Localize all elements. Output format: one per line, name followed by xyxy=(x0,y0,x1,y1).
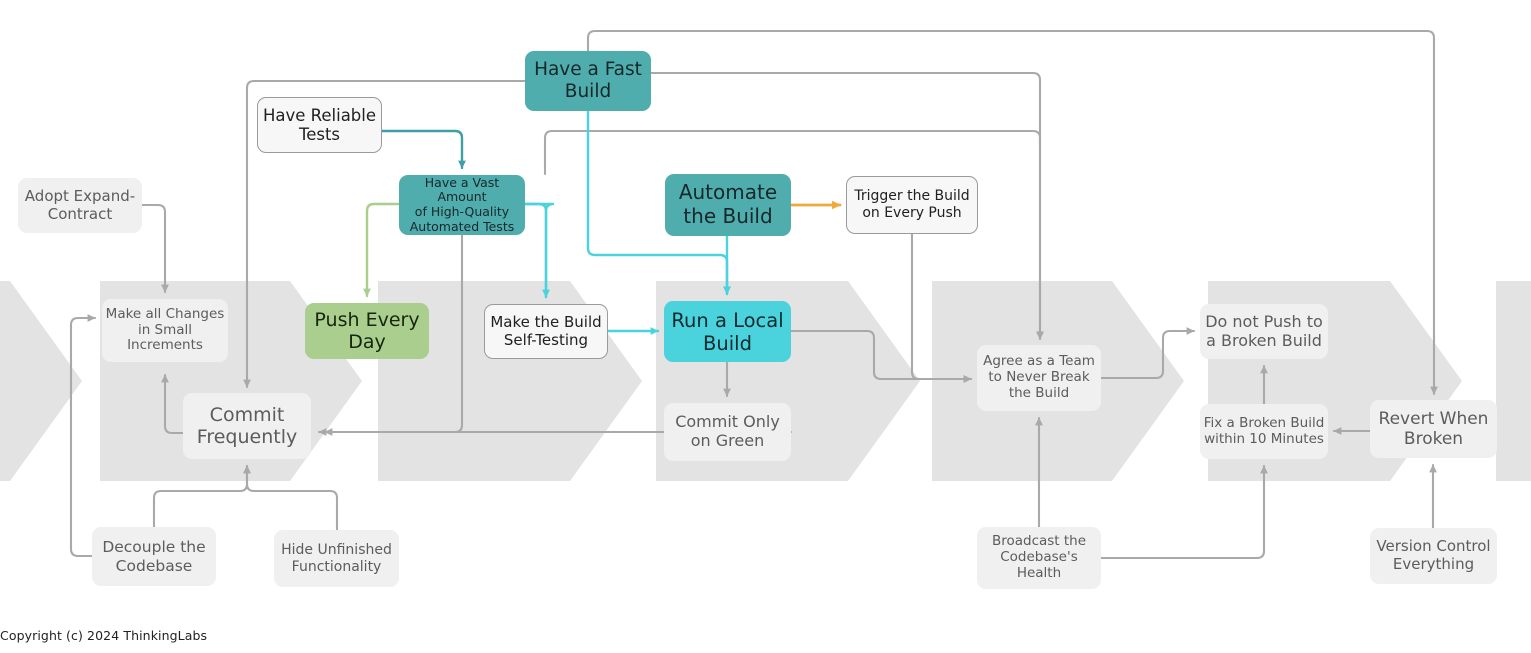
node-label: Adopt Expand- Contract xyxy=(24,186,136,223)
edge-have-reliable-tests-to-vast-tests xyxy=(380,129,466,170)
edge-adopt-to-make-all-changes xyxy=(140,203,169,294)
node-make-the-build-self-testing[interactable]: Make the Build Self-Testing xyxy=(484,304,608,359)
node-label: Have a Fast Build xyxy=(534,59,642,102)
node-label: Trigger the Build on Every Push xyxy=(854,188,970,221)
diagram-canvas: Adopt Expand- Contract Make all Changes i… xyxy=(0,0,1531,653)
node-revert-when-broken[interactable]: Revert When Broken xyxy=(1370,400,1497,458)
copyright-notice: Copyright (c) 2024 ThinkingLabs xyxy=(0,628,208,643)
node-label: Fix a Broken Build within 10 Minutes xyxy=(1203,414,1325,447)
node-label: Revert When Broken xyxy=(1378,408,1489,449)
node-agree-as-a-team-to-never-break-the-build[interactable]: Agree as a Team to Never Break the Build xyxy=(977,345,1101,411)
node-commit-frequently[interactable]: Commit Frequently xyxy=(183,393,311,459)
node-label: Commit Only on Green xyxy=(675,412,780,450)
band-revert-when-broken xyxy=(1496,281,1531,481)
node-version-control-everything[interactable]: Version Control Everything xyxy=(1370,528,1497,584)
node-make-all-changes-in-small-increments[interactable]: Make all Changes in Small Increments xyxy=(102,299,228,362)
node-adopt-expand-contract[interactable]: Adopt Expand- Contract xyxy=(18,178,142,233)
node-label: Hide Unfinished Functionality xyxy=(281,541,392,575)
node-have-a-vast-amount-of-high-quality-automated-tests[interactable]: Have a Vast Amount of High-Quality Autom… xyxy=(399,175,525,235)
node-label: Run a Local Build xyxy=(671,308,784,355)
node-have-reliable-tests[interactable]: Have Reliable Tests xyxy=(257,97,382,153)
node-run-a-local-build[interactable]: Run a Local Build xyxy=(664,301,791,362)
node-label: Version Control Everything xyxy=(1376,537,1491,573)
node-label: Make all Changes in Small Increments xyxy=(105,305,225,354)
node-commit-only-on-green[interactable]: Commit Only on Green xyxy=(664,403,791,461)
node-label: Do not Push to a Broken Build xyxy=(1205,311,1323,350)
node-label: Decouple the Codebase xyxy=(102,538,206,575)
node-label: Push Every Day xyxy=(314,308,420,353)
node-automate-the-build[interactable]: Automate the Build xyxy=(665,174,791,236)
node-label: Have Reliable Tests xyxy=(262,105,377,144)
band-left-edge xyxy=(0,281,82,481)
node-label: Make the Build Self-Testing xyxy=(490,312,602,349)
node-hide-unfinished-functionality[interactable]: Hide Unfinished Functionality xyxy=(274,530,399,587)
node-broadcast-the-codebases-health[interactable]: Broadcast the Codebase's Health xyxy=(977,527,1101,589)
node-label: Commit Frequently xyxy=(196,403,298,448)
node-label: Have a Vast Amount of High-Quality Autom… xyxy=(409,174,515,234)
node-push-every-day[interactable]: Push Every Day xyxy=(305,303,429,359)
node-fix-a-broken-build-within-10-minutes[interactable]: Fix a Broken Build within 10 Minutes xyxy=(1200,404,1328,459)
node-have-a-fast-build[interactable]: Have a Fast Build xyxy=(525,51,651,111)
edge-decouple-to-make-all-changes xyxy=(69,314,97,558)
node-decouple-the-codebase[interactable]: Decouple the Codebase xyxy=(92,527,216,586)
node-label: Agree as a Team to Never Break the Build xyxy=(983,353,1095,401)
node-trigger-the-build-on-every-push[interactable]: Trigger the Build on Every Push xyxy=(846,176,978,234)
node-do-not-push-to-a-broken-build[interactable]: Do not Push to a Broken Build xyxy=(1200,304,1328,359)
node-label: Automate the Build xyxy=(678,180,778,228)
node-label: Broadcast the Codebase's Health xyxy=(991,533,1087,581)
